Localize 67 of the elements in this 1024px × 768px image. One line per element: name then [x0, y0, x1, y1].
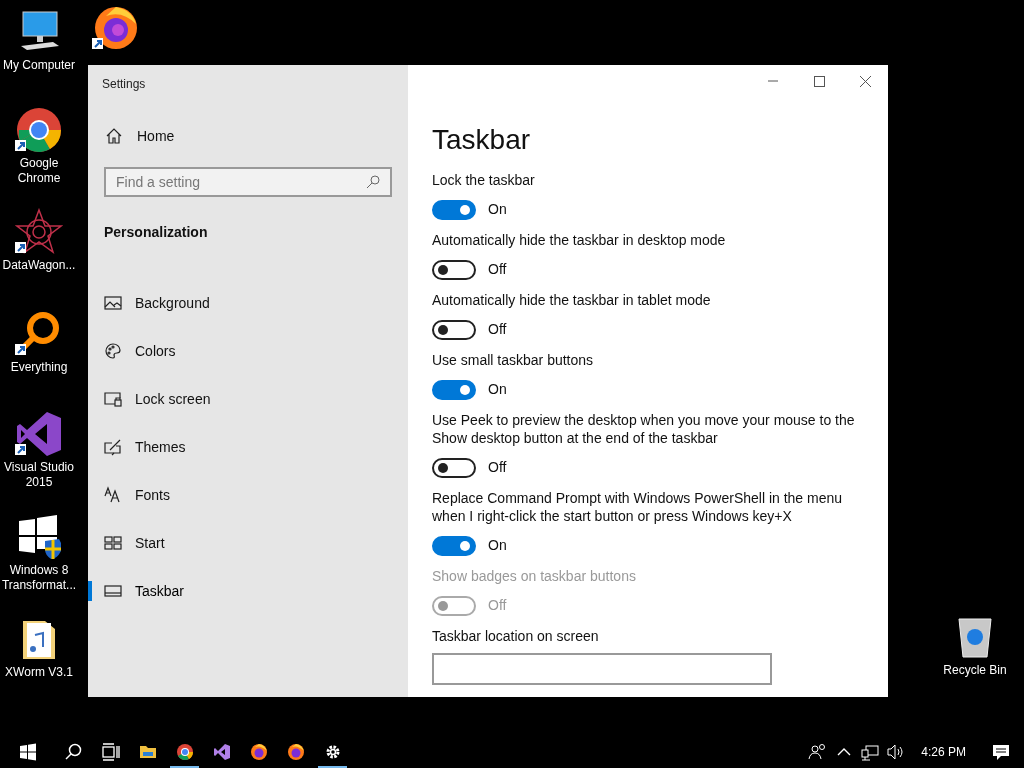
setting-label: Use small taskbar buttons — [432, 351, 595, 369]
icon-label[interactable]: Everything — [0, 360, 78, 375]
windows-logo-icon — [17, 742, 38, 762]
toggle-switch[interactable] — [432, 535, 476, 556]
section-heading: Personalization — [103, 223, 209, 242]
icon-label[interactable]: Google Chrome — [0, 156, 78, 186]
icon-label[interactable]: XWorm V3.1 — [0, 665, 78, 680]
nav-item[interactable]: Taskbar — [88, 567, 408, 615]
icon-label[interactable]: Windows 8 Transformat... — [0, 563, 78, 593]
nav-item[interactable]: Fonts — [88, 471, 408, 519]
brush-icon — [104, 438, 122, 456]
firefox-icon — [248, 742, 269, 762]
toggle-switch[interactable] — [432, 379, 476, 400]
close-icon — [859, 75, 871, 87]
search-field[interactable]: Find a setting — [104, 167, 392, 197]
nav-item[interactable]: Background — [88, 279, 408, 327]
toggle-state-label: On — [488, 200, 507, 219]
notification-icon — [992, 743, 1010, 761]
network-icon — [860, 742, 881, 762]
search-icon — [366, 175, 380, 189]
toggle-state-label: On — [488, 380, 507, 399]
picture-icon — [104, 294, 122, 312]
home-link[interactable]: Home — [88, 105, 408, 167]
maximize-icon — [813, 75, 825, 87]
toggle-switch[interactable] — [432, 199, 476, 220]
star-pattern-icon[interactable] — [15, 208, 63, 256]
infinity-logo-icon[interactable] — [15, 410, 63, 458]
icon-label[interactable]: Recycle Bin — [943, 663, 1007, 678]
toggle-state-label: Off — [488, 320, 507, 339]
search-icon — [63, 742, 84, 762]
nav-item[interactable]: Colors — [88, 327, 408, 375]
lock-screen-icon — [104, 390, 122, 408]
setting-label: Show badges on taskbar buttons — [432, 567, 637, 585]
start-tiles-icon — [104, 534, 122, 552]
chrome-icon[interactable] — [15, 106, 63, 154]
toggle-state-label: Off — [488, 458, 507, 477]
dropdown-field[interactable] — [432, 653, 772, 685]
toggle-state-label: On — [488, 536, 507, 555]
nav-item[interactable]: Start — [88, 519, 408, 567]
icon-label[interactable]: My Computer — [0, 58, 78, 73]
palette-icon — [104, 342, 122, 360]
toggle-switch[interactable] — [432, 457, 476, 478]
setting-label: Automatically hide the taskbar in desktop mode — [432, 231, 727, 249]
task-view-icon — [100, 742, 121, 762]
home-icon — [105, 127, 123, 145]
fonts-icon — [104, 486, 122, 504]
setting-label: Replace Command Prompt with Windows PowerShell in the menu when I right-click the start button or press Windows key+X — [432, 489, 844, 525]
clock[interactable]: 4:26 PM — [909, 736, 978, 768]
page-heading: Taskbar — [432, 123, 532, 157]
icon-label[interactable]: Visual Studio 2015 — [0, 460, 78, 490]
setting-label: Lock the taskbar — [432, 171, 536, 189]
window-title: Settings — [101, 76, 147, 93]
infinity-logo-icon — [211, 742, 232, 762]
chrome-icon — [174, 742, 195, 762]
setting-label: Automatically hide the taskbar in tablet mode — [432, 291, 712, 309]
taskbar-icon — [104, 582, 122, 600]
setting-label: Taskbar location on screen — [432, 627, 600, 645]
toggle-switch[interactable] — [432, 259, 476, 280]
nav-item[interactable]: Lock screen — [88, 375, 408, 423]
nav-item[interactable]: Themes — [88, 423, 408, 471]
icon-label[interactable]: DataWagon... — [0, 258, 78, 273]
toggle-switch[interactable] — [432, 319, 476, 340]
toggle-state-label: Off — [488, 596, 507, 615]
firefox-icon[interactable] — [92, 4, 140, 52]
firefox-icon — [285, 742, 306, 762]
setting-label: Use Peek to preview the desktop when you move your mouse to the Show desktop button at the end of the taskbar — [432, 411, 856, 447]
toggle-state-label: Off — [488, 260, 507, 279]
